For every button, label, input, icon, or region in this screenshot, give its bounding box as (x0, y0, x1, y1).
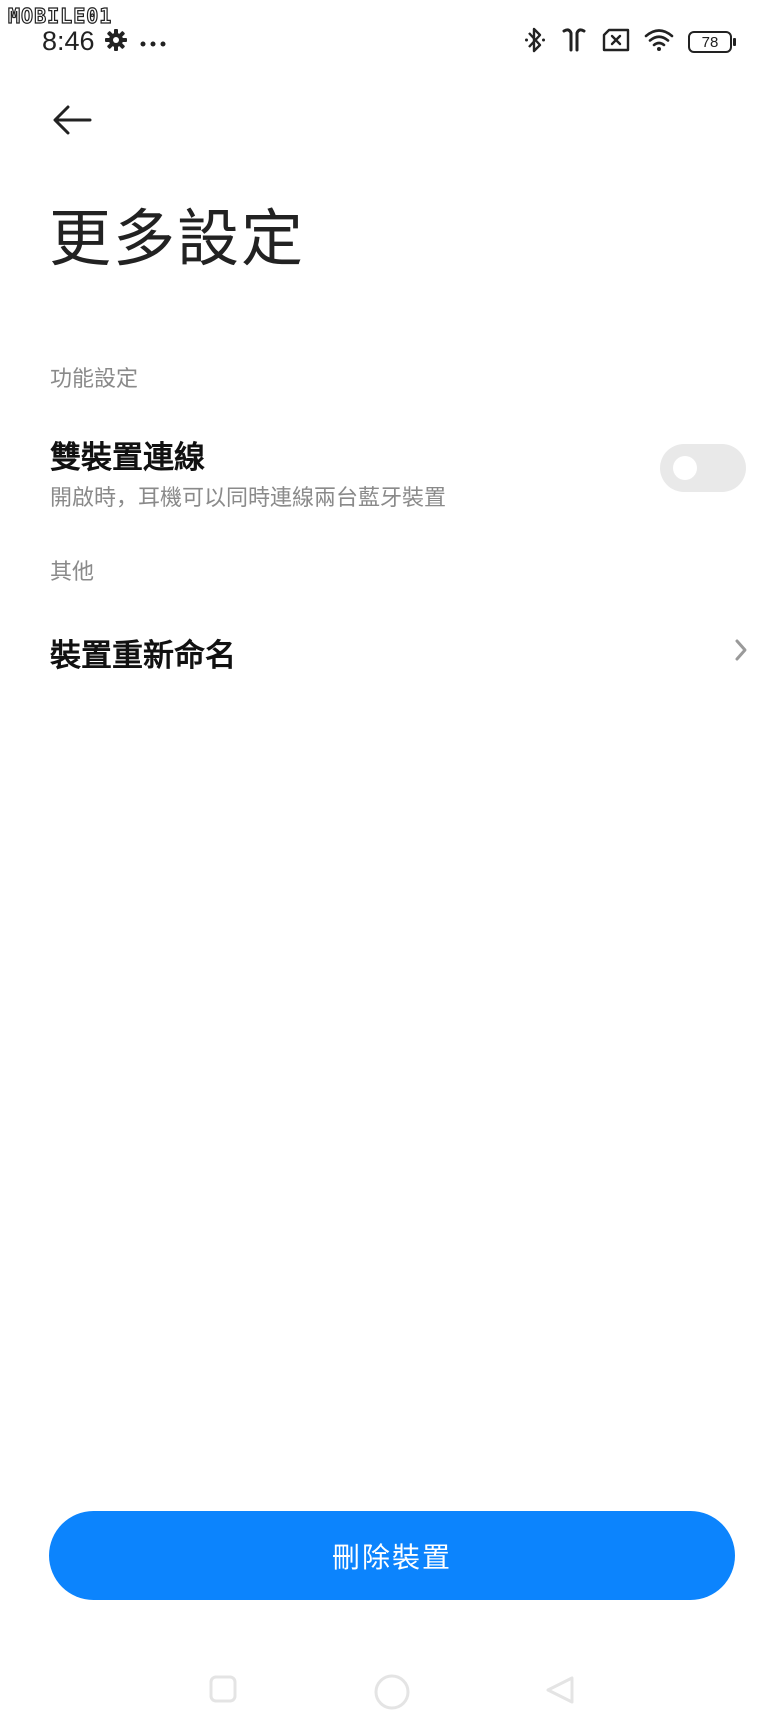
delete-device-button[interactable]: 刪除裝置 (49, 1511, 735, 1600)
section-label-other: 其他 (50, 560, 95, 585)
status-time: 8:46 (42, 26, 95, 56)
more-dots-icon (140, 33, 166, 52)
status-left-icons (104, 28, 166, 56)
section-label-function: 功能設定 (50, 367, 139, 392)
earbuds-icon (560, 27, 588, 57)
bluetooth-icon (524, 26, 546, 58)
dual-device-title: 雙裝置連線 (50, 440, 205, 476)
gear-icon (104, 28, 128, 56)
home-circle-icon[interactable] (372, 1672, 412, 1712)
page-title: 更多設定 (49, 202, 306, 275)
dual-device-row[interactable]: 雙裝置連線 開啟時，耳機可以同時連線兩台藍牙裝置 (0, 420, 780, 520)
status-right-icons: 78 (524, 26, 736, 58)
rename-device-title: 裝置重新命名 (50, 638, 236, 674)
chevron-right-icon (735, 639, 747, 661)
recents-square-icon[interactable] (208, 1674, 238, 1704)
dual-device-toggle[interactable] (660, 444, 746, 492)
dual-device-subtitle: 開啟時，耳機可以同時連線兩台藍牙裝置 (50, 486, 447, 511)
no-sim-icon (602, 28, 630, 56)
toggle-knob (673, 456, 697, 480)
battery-icon: 78 (688, 31, 736, 53)
wifi-icon (644, 28, 674, 56)
navigation-bar (0, 1660, 780, 1733)
status-bar: 8:46 78 (0, 0, 780, 80)
rename-device-row[interactable]: 裝置重新命名 (0, 610, 780, 690)
arrow-left-icon (53, 105, 92, 135)
back-button[interactable] (50, 98, 98, 142)
back-triangle-icon[interactable] (544, 1674, 576, 1706)
